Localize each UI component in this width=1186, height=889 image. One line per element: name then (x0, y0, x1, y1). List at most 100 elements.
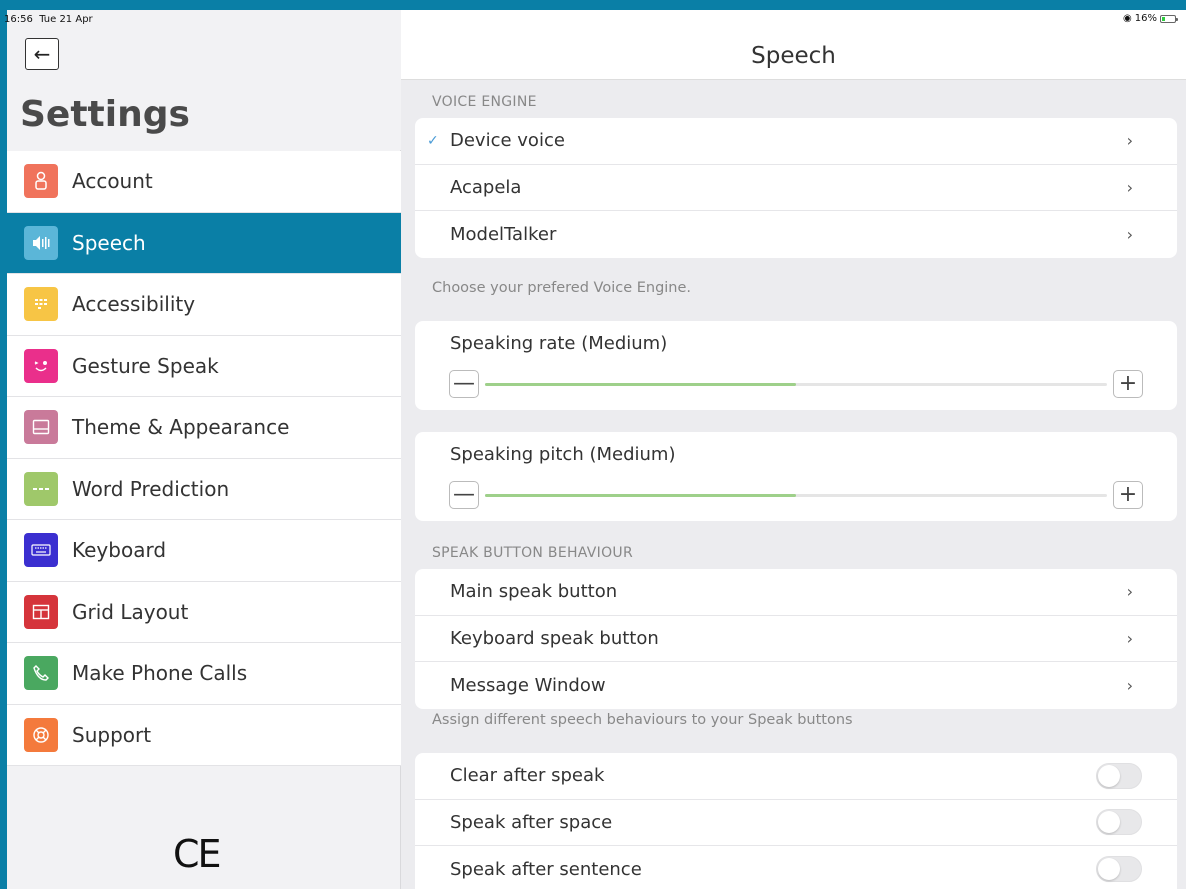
toggle-knob (1098, 858, 1120, 881)
row-label: Main speak button (450, 581, 618, 603)
row-label: Acapela (450, 176, 522, 198)
speaking-rate-label: Speaking rate (Medium) (450, 333, 668, 354)
keyboard-speak-button-row[interactable]: Keyboard speak button › (415, 616, 1177, 662)
section-label-speak-button: SPEAK BUTTON BEHAVIOUR (432, 545, 633, 561)
voice-engine-card: ✓ Device voice › Acapela › ModelTalker › (415, 118, 1177, 258)
speaking-pitch-fill (485, 494, 796, 497)
sidebar-item-word-prediction[interactable]: Word Prediction (7, 458, 401, 520)
main-panel: Speech VOICE ENGINE ✓ Device voice › Aca… (401, 10, 1186, 889)
status-bar: 16:56 Tue 21 Apr ◉ 16% (0, 0, 1186, 28)
toggle-knob (1098, 764, 1120, 787)
person-icon (24, 164, 58, 199)
speak-button-caption: Assign different speech behaviours to yo… (432, 712, 853, 728)
page-title: Speech (751, 43, 836, 69)
sidebar-item-label: Account (72, 169, 153, 194)
chevron-right-icon: › (1126, 628, 1133, 648)
sidebar-item-speech[interactable]: Speech (7, 212, 401, 274)
table-icon (24, 594, 58, 629)
sidebar-item-label: Gesture Speak (72, 353, 219, 378)
sidebar-item-grid-layout[interactable]: Grid Layout (7, 581, 401, 643)
speaking-rate-decrease-button[interactable]: — (449, 370, 479, 398)
voice-option-device-voice[interactable]: ✓ Device voice › (415, 118, 1177, 165)
chevron-right-icon: › (1126, 131, 1133, 151)
speak-after-sentence-toggle[interactable] (1096, 856, 1142, 883)
sidebar-item-keyboard[interactable]: Keyboard (7, 520, 401, 582)
lifebuoy-icon (24, 717, 58, 752)
clear-after-speak-row: Clear after speak (415, 753, 1177, 800)
window-icon (24, 410, 58, 445)
plus-icon: + (1118, 371, 1138, 396)
speaking-pitch-decrease-button[interactable]: — (449, 481, 479, 509)
checkmark-icon: ✓ (427, 132, 439, 149)
speaking-pitch-label: Speaking pitch (Medium) (450, 444, 676, 465)
voice-option-modeltalker[interactable]: ModelTalker › (415, 211, 1177, 258)
speaking-pitch-slider[interactable] (485, 494, 1107, 497)
row-label: Clear after speak (450, 765, 605, 787)
row-label: Message Window (450, 674, 606, 696)
sidebar-item-label: Accessibility (72, 292, 196, 317)
voice-engine-caption: Choose your prefered Voice Engine. (432, 280, 692, 296)
clear-after-speak-toggle[interactable] (1096, 762, 1142, 789)
voice-option-acapela[interactable]: Acapela › (415, 165, 1177, 211)
row-label: Speak after sentence (450, 858, 642, 880)
sidebar: ← Settings Account Speech Accessibility … (7, 10, 401, 889)
status-time: 16:56 Tue 21 Apr (4, 14, 93, 25)
speaking-pitch-increase-button[interactable]: + (1113, 481, 1143, 509)
speak-after-space-row: Speak after space (415, 800, 1177, 846)
speaking-pitch-card: Speaking pitch (Medium) — + (415, 432, 1177, 521)
sidebar-item-label: Word Prediction (72, 476, 230, 501)
sidebar-item-theme-appearance[interactable]: Theme & Appearance (7, 397, 401, 459)
chevron-right-icon: › (1126, 224, 1133, 244)
speaker-icon (24, 225, 58, 260)
sidebar-item-make-phone-calls[interactable]: Make Phone Calls (7, 643, 401, 705)
sidebar-item-label: Speech (72, 230, 146, 255)
sidebar-item-label: Theme & Appearance (72, 415, 290, 440)
sidebar-item-gesture-speak[interactable]: Gesture Speak (7, 335, 401, 397)
toggle-knob (1098, 811, 1120, 834)
sidebar-item-label: Support (72, 722, 152, 747)
main-speak-button-row[interactable]: Main speak button › (415, 569, 1177, 616)
row-label: ModelTalker (450, 223, 557, 245)
minus-icon: — (453, 482, 475, 507)
speaking-rate-fill (485, 383, 796, 386)
ce-mark: CE (173, 832, 222, 876)
wifi-icon: ◉ (1123, 13, 1132, 24)
chevron-right-icon: › (1126, 582, 1133, 602)
speak-after-sentence-row: Speak after sentence (415, 846, 1177, 889)
settings-title: Settings (20, 94, 190, 135)
row-label: Speak after space (450, 811, 613, 833)
arrow-left-icon: ← (33, 42, 51, 66)
app-frame: ← Settings Account Speech Accessibility … (7, 10, 1186, 889)
battery-percent: 16% (1134, 13, 1157, 24)
speak-button-card: Main speak button › Keyboard speak butto… (415, 569, 1177, 709)
sidebar-item-label: Keyboard (72, 538, 167, 563)
speaking-rate-slider[interactable] (485, 383, 1107, 386)
sidebar-item-label: Make Phone Calls (72, 661, 248, 686)
status-right: ◉ 16% (1123, 13, 1178, 24)
sidebar-item-support[interactable]: Support (7, 704, 401, 766)
sidebar-item-label: Grid Layout (72, 599, 189, 624)
settings-menu: Account Speech Accessibility Gesture Spe… (7, 151, 401, 766)
chevron-right-icon: › (1126, 177, 1133, 197)
phone-icon (24, 656, 58, 691)
back-button[interactable]: ← (25, 38, 59, 70)
sidebar-item-accessibility[interactable]: Accessibility (7, 274, 401, 336)
row-label: Keyboard speak button (450, 627, 659, 649)
grid-dots-icon (24, 287, 58, 322)
keyboard-icon (24, 533, 58, 568)
speaking-rate-increase-button[interactable]: + (1113, 370, 1143, 398)
message-window-row[interactable]: Message Window › (415, 662, 1177, 709)
plus-icon: + (1118, 482, 1138, 507)
chevron-right-icon: › (1126, 675, 1133, 695)
speaking-rate-card: Speaking rate (Medium) — + (415, 321, 1177, 410)
wink-face-icon (24, 348, 58, 383)
sidebar-header: ← Settings (7, 10, 401, 150)
sidebar-item-account[interactable]: Account (7, 151, 401, 213)
row-label: Device voice (450, 130, 565, 152)
speak-toggles-card: Clear after speak Speak after space Spea… (415, 753, 1177, 889)
section-label-voice-engine: VOICE ENGINE (432, 94, 537, 110)
minus-icon: — (453, 371, 475, 396)
speak-after-space-toggle[interactable] (1096, 809, 1142, 836)
dots-icon (24, 471, 58, 506)
battery-icon (1160, 14, 1178, 23)
